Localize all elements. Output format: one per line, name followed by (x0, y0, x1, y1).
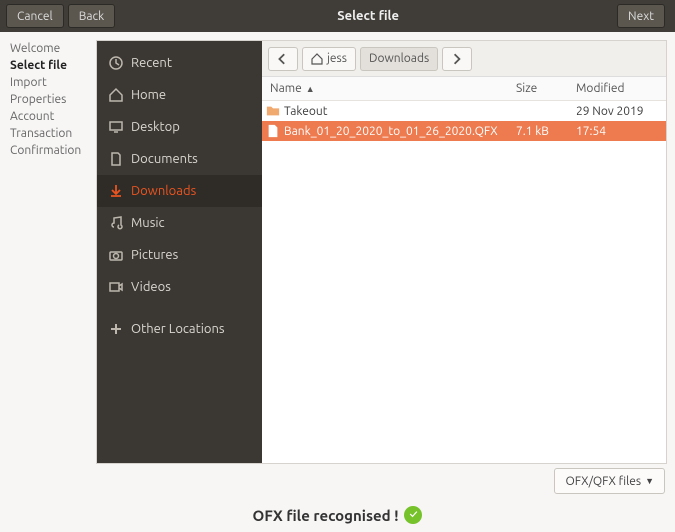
download-icon (101, 183, 131, 199)
home-icon (101, 87, 131, 103)
folder-row[interactable]: Takeout 29 Nov 2019 (262, 101, 666, 121)
file-type-filter[interactable]: OFX/QFX files ▼ (554, 468, 665, 494)
sidebar-item-desktop[interactable]: Desktop (97, 111, 262, 143)
file-size: 7.1 kB (516, 125, 576, 138)
file-list-header: Name ▲ Size Modified (262, 77, 666, 101)
file-modified: 17:54 (576, 125, 666, 138)
file-list[interactable]: Takeout 29 Nov 2019 Bank_01_20_2020_to_01_… (262, 101, 666, 463)
sidebar-item-label: Music (131, 216, 165, 230)
camera-icon (101, 247, 131, 263)
success-icon: ✓ (404, 506, 422, 524)
column-header-modified[interactable]: Modified (576, 82, 666, 95)
wizard-step: Welcome (10, 40, 96, 57)
sidebar-item-recent[interactable]: Recent (97, 47, 262, 79)
file-name: Bank_01_20_2020_to_01_26_2020.QFX (284, 125, 516, 138)
breadcrumb-home-button[interactable]: jess (302, 47, 356, 71)
chevron-left-icon (277, 53, 289, 65)
file-name: Takeout (284, 105, 516, 118)
sort-ascending-icon: ▲ (306, 84, 315, 94)
file-icon (262, 124, 284, 138)
wizard-step: Transaction (10, 125, 96, 142)
filter-row: OFX/QFX files ▼ (0, 464, 675, 498)
file-modified: 29 Nov 2019 (576, 105, 666, 118)
file-row[interactable]: Bank_01_20_2020_to_01_26_2020.QFX7.1 kB1… (262, 121, 666, 141)
clock-icon (101, 55, 131, 71)
sidebar-item-label: Videos (131, 280, 171, 294)
wizard-step: Select file (10, 57, 96, 74)
sidebar-item-label: Documents (131, 152, 198, 166)
plus-icon (101, 321, 131, 337)
wizard-step: Account (10, 108, 96, 125)
document-icon (101, 151, 131, 167)
cancel-button[interactable]: Cancel (6, 4, 64, 28)
desktop-icon (101, 119, 131, 135)
chevron-down-icon: ▼ (645, 476, 654, 486)
sidebar-item-documents[interactable]: Documents (97, 143, 262, 175)
breadcrumb-prev-button[interactable] (268, 47, 298, 71)
breadcrumb: jess Downloads (262, 41, 666, 77)
next-button[interactable]: Next (617, 4, 665, 28)
sidebar-item-videos[interactable]: Videos (97, 271, 262, 303)
window-title: Select file (119, 9, 617, 23)
back-button[interactable]: Back (68, 4, 115, 28)
title-bar: Cancel Back Select file Next (0, 0, 675, 32)
sidebar-item-label: Pictures (131, 248, 178, 262)
sidebar-item-other-locations[interactable]: Other Locations (97, 313, 262, 345)
file-chooser: Recent Home Desktop Documents Downloads Music… (96, 40, 667, 464)
wizard-step: Confirmation (10, 142, 96, 159)
music-icon (101, 215, 131, 231)
column-header-name[interactable]: Name ▲ (262, 82, 516, 95)
home-icon (311, 53, 323, 65)
sidebar-item-label: Downloads (131, 184, 196, 198)
breadcrumb-segment[interactable]: Downloads (360, 47, 438, 71)
places-sidebar: Recent Home Desktop Documents Downloads Music… (97, 41, 262, 463)
sidebar-item-downloads[interactable]: Downloads (97, 175, 262, 207)
wizard-steps: WelcomeSelect fileImportPropertiesAccoun… (0, 32, 96, 464)
folder-icon (262, 104, 284, 118)
sidebar-item-label: Recent (131, 56, 172, 70)
sidebar-item-home[interactable]: Home (97, 79, 262, 111)
column-header-size[interactable]: Size (516, 82, 576, 95)
wizard-step: Import (10, 74, 96, 91)
sidebar-item-music[interactable]: Music (97, 207, 262, 239)
sidebar-item-pictures[interactable]: Pictures (97, 239, 262, 271)
breadcrumb-next-button[interactable] (442, 47, 472, 71)
status-message: OFX file recognised ! ✓ (0, 498, 675, 532)
sidebar-item-label: Home (131, 88, 166, 102)
breadcrumb-home-label: jess (327, 52, 347, 65)
chevron-right-icon (451, 53, 463, 65)
sidebar-item-label: Desktop (131, 120, 180, 134)
file-column: jess Downloads Name ▲ Size Modified Take… (262, 41, 666, 463)
sidebar-item-label: Other Locations (131, 322, 225, 336)
main-area: WelcomeSelect fileImportPropertiesAccoun… (0, 32, 675, 464)
wizard-step: Properties (10, 91, 96, 108)
video-icon (101, 279, 131, 295)
